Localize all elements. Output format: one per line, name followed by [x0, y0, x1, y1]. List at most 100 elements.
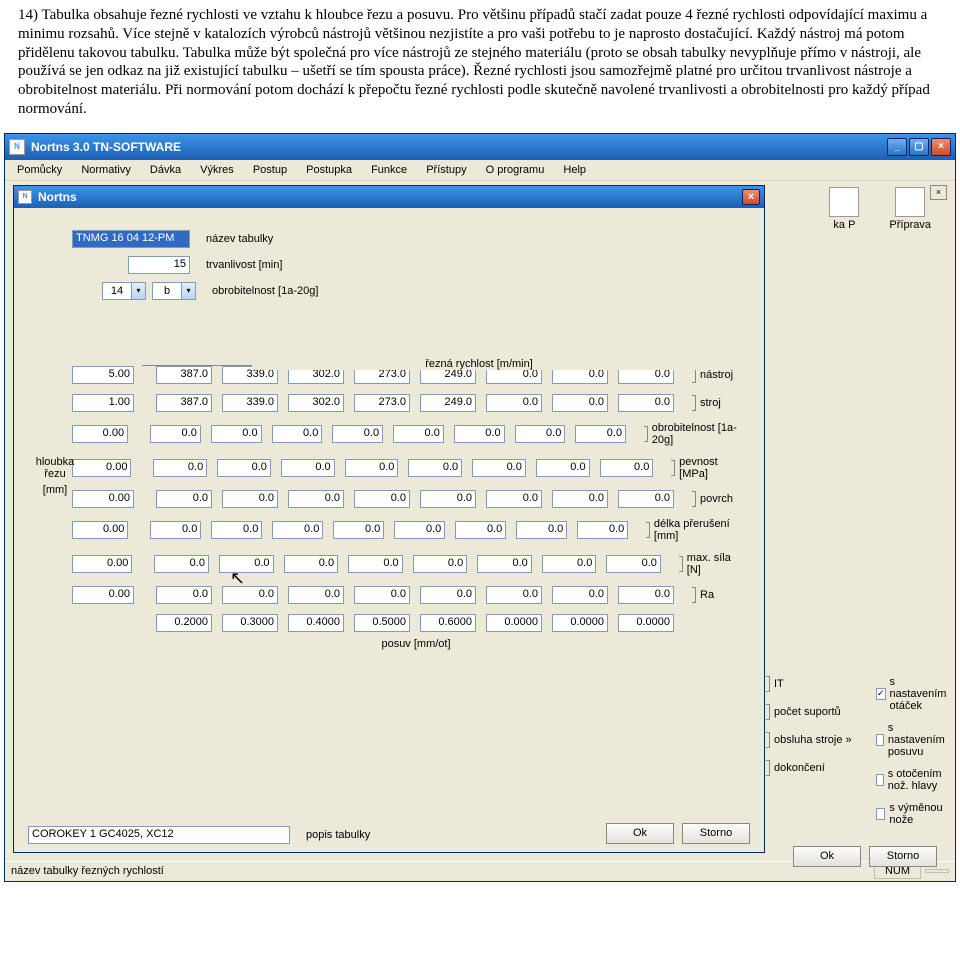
rychlost-cell[interactable]: 0.0 — [272, 521, 323, 539]
checkbox[interactable] — [876, 774, 884, 786]
rychlost-cell[interactable]: 0.0 — [153, 459, 207, 477]
rychlost-cell[interactable]: 0.0 — [211, 521, 262, 539]
checkbox[interactable] — [876, 808, 885, 820]
rychlost-cell[interactable]: 0.0 — [333, 521, 384, 539]
posuv-cell[interactable]: 0.2000 — [156, 614, 212, 632]
outer-storno-button[interactable]: Storno — [869, 846, 937, 867]
rychlost-cell[interactable]: 0.0 — [542, 555, 597, 573]
popis-field[interactable]: COROKEY 1 GC4025, XC12 — [28, 826, 290, 844]
rychlost-cell[interactable]: 249.0 — [420, 394, 476, 412]
posuv-cell[interactable]: 0.0000 — [486, 614, 542, 632]
menu-item[interactable]: Help — [555, 162, 594, 178]
hloubka-field[interactable]: 0.00 — [72, 555, 132, 573]
menu-item[interactable]: Přístupy — [418, 162, 474, 178]
rychlost-cell[interactable]: 0.0 — [393, 425, 444, 443]
rychlost-cell[interactable]: 0.0 — [618, 586, 674, 604]
rychlost-cell[interactable]: 339.0 — [222, 394, 278, 412]
outer-ok-button[interactable]: Ok — [793, 846, 861, 867]
rychlost-cell[interactable]: 0.0 — [454, 425, 505, 443]
rychlost-cell[interactable]: 0.0 — [472, 459, 526, 477]
close-button[interactable]: × — [931, 138, 951, 156]
rychlost-cell[interactable]: 302.0 — [288, 394, 344, 412]
titlebar[interactable]: N Nortns 3.0 TN-SOFTWARE _ ▢ × — [5, 134, 955, 160]
table-name-field[interactable]: TNMG 16 04 12-PM — [72, 230, 190, 248]
rychlost-cell[interactable]: 0.0 — [486, 394, 542, 412]
rychlost-cell[interactable]: 0.0 — [284, 555, 339, 573]
rychlost-cell[interactable]: 387.0 — [156, 366, 212, 384]
rychlost-cell[interactable]: 0.0 — [332, 425, 383, 443]
rychlost-cell[interactable]: 0.0 — [345, 459, 399, 477]
rychlost-cell[interactable]: 0.0 — [455, 521, 506, 539]
bg-icon-priprava[interactable]: Příprava — [889, 187, 931, 231]
dialog-titlebar[interactable]: N Nortns × — [14, 186, 764, 208]
checkbox[interactable]: ✓ — [876, 688, 886, 700]
rychlost-cell[interactable]: 0.0 — [486, 490, 542, 508]
rychlost-cell[interactable]: 0.0 — [222, 490, 278, 508]
rychlost-cell[interactable]: 0.0 — [552, 490, 608, 508]
rychlost-cell[interactable]: 0.0 — [348, 555, 403, 573]
menu-item[interactable]: Dávka — [142, 162, 189, 178]
posuv-cell[interactable]: 0.0000 — [552, 614, 608, 632]
menu-item[interactable]: Postup — [245, 162, 295, 178]
posuv-cell[interactable]: 0.4000 — [288, 614, 344, 632]
storno-button[interactable]: Storno — [682, 823, 750, 844]
rychlost-cell[interactable]: 0.0 — [420, 490, 476, 508]
minimize-button[interactable]: _ — [887, 138, 907, 156]
rychlost-cell[interactable]: 387.0 — [156, 394, 212, 412]
menu-item[interactable]: Funkce — [363, 162, 415, 178]
rychlost-cell[interactable]: 0.0 — [420, 586, 476, 604]
rychlost-cell[interactable]: 0.0 — [150, 521, 201, 539]
rychlost-cell[interactable]: 273.0 — [354, 394, 410, 412]
rychlost-cell[interactable]: 0.0 — [408, 459, 462, 477]
trvanlivost-field[interactable]: 15 — [128, 256, 190, 274]
rychlost-cell[interactable]: 0.0 — [516, 521, 567, 539]
rychlost-cell[interactable]: 0.0 — [156, 490, 212, 508]
menu-item[interactable]: Normativy — [73, 162, 139, 178]
rychlost-cell[interactable]: 0.0 — [222, 586, 278, 604]
hloubka-field[interactable]: 1.00 — [72, 394, 134, 412]
menu-item[interactable]: Pomůcky — [9, 162, 70, 178]
rychlost-cell[interactable]: 0.0 — [154, 555, 209, 573]
maximize-button[interactable]: ▢ — [909, 138, 929, 156]
posuv-cell[interactable]: 0.6000 — [420, 614, 476, 632]
obrobitelnost-num-select[interactable]: 14▾ — [102, 282, 146, 300]
rychlost-cell[interactable]: 0.0 — [486, 586, 542, 604]
hloubka-field[interactable]: 0.00 — [72, 521, 128, 539]
posuv-cell[interactable]: 0.3000 — [222, 614, 278, 632]
rychlost-cell[interactable]: 0.0 — [211, 425, 262, 443]
rychlost-cell[interactable]: 0.0 — [552, 586, 608, 604]
rychlost-cell[interactable]: 0.0 — [272, 425, 323, 443]
menu-item[interactable]: O programu — [478, 162, 553, 178]
rychlost-cell[interactable]: 0.0 — [354, 490, 410, 508]
posuv-cell[interactable]: 0.5000 — [354, 614, 410, 632]
rychlost-cell[interactable]: 0.0 — [413, 555, 468, 573]
rychlost-cell[interactable]: 0.0 — [288, 586, 344, 604]
rychlost-cell[interactable]: 0.0 — [575, 425, 626, 443]
obrobitelnost-letter-select[interactable]: b▾ — [152, 282, 196, 300]
rychlost-cell[interactable]: 0.0 — [515, 425, 566, 443]
mdi-close-button[interactable]: × — [930, 185, 947, 200]
rychlost-cell[interactable]: 0.0 — [618, 394, 674, 412]
rychlost-cell[interactable]: 0.0 — [217, 459, 271, 477]
menu-item[interactable]: Postupka — [298, 162, 360, 178]
posuv-cell[interactable]: 0.0000 — [618, 614, 674, 632]
ok-button[interactable]: Ok — [606, 823, 674, 844]
rychlost-cell[interactable]: 0.0 — [606, 555, 661, 573]
rychlost-cell[interactable]: 0.0 — [477, 555, 532, 573]
hloubka-field[interactable]: 0.00 — [72, 425, 128, 443]
rychlost-cell[interactable]: 0.0 — [288, 490, 344, 508]
dialog-close-button[interactable]: × — [742, 189, 760, 205]
menu-item[interactable]: Výkres — [192, 162, 242, 178]
rychlost-cell[interactable]: 0.0 — [150, 425, 201, 443]
rychlost-cell[interactable]: 0.0 — [577, 521, 628, 539]
rychlost-cell[interactable]: 0.0 — [552, 394, 608, 412]
rychlost-cell[interactable]: 0.0 — [394, 521, 445, 539]
rychlost-cell[interactable]: 0.0 — [219, 555, 274, 573]
hloubka-field[interactable]: 5.00 — [72, 366, 134, 384]
rychlost-cell[interactable]: 0.0 — [156, 586, 212, 604]
rychlost-cell[interactable]: 0.0 — [281, 459, 335, 477]
rychlost-cell[interactable]: 0.0 — [536, 459, 590, 477]
rychlost-cell[interactable]: 0.0 — [600, 459, 654, 477]
hloubka-field[interactable]: 0.00 — [72, 586, 134, 604]
bg-icon-kap[interactable]: ka P — [829, 187, 859, 231]
